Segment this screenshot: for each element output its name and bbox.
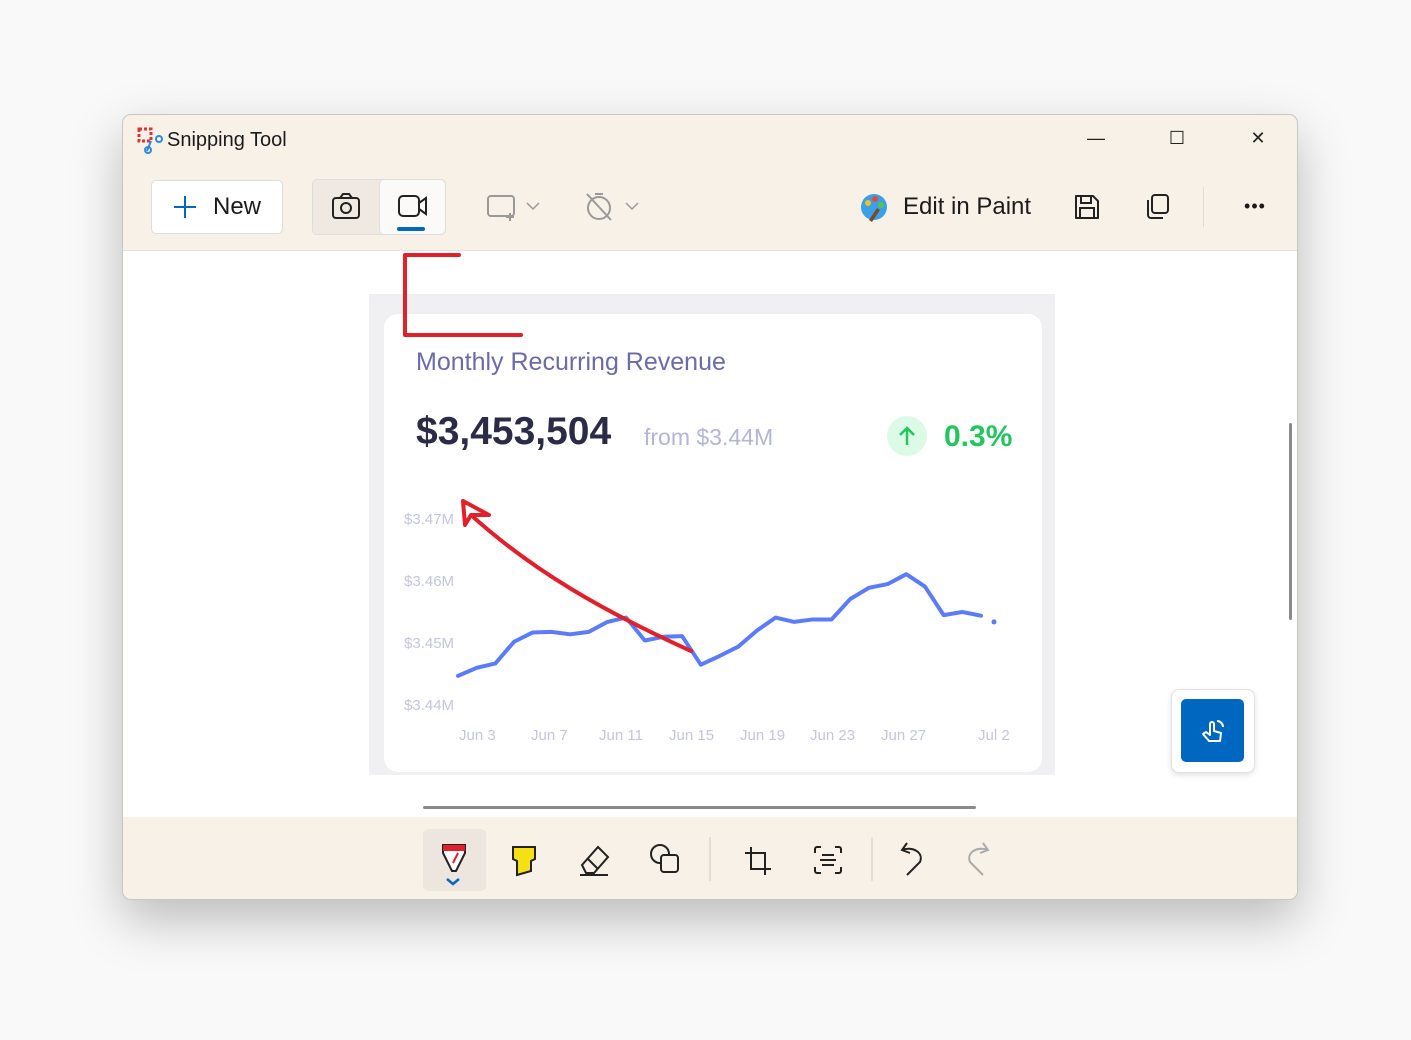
vertical-scrollbar[interactable] [1289, 423, 1292, 620]
maximize-button[interactable]: ☐ [1154, 123, 1200, 153]
eraser-icon[interactable] [578, 843, 610, 877]
ballpoint-pen-button[interactable] [423, 829, 486, 891]
redo-icon[interactable] [961, 841, 991, 877]
window-title: Snipping Tool [167, 129, 287, 151]
horizontal-scrollbar[interactable] [423, 806, 976, 809]
annotation-arrow [461, 499, 693, 653]
shapes-icon[interactable] [649, 843, 681, 875]
revenue-series-line [456, 572, 983, 678]
snipping-tool-window: Snipping Tool — ☐ ✕ New Edit in Paint ••… [122, 114, 1298, 900]
more-options-button[interactable]: ••• [1233, 191, 1277, 221]
timer-off-icon[interactable] [584, 191, 644, 223]
toolbar-divider [1203, 187, 1204, 227]
active-indicator [397, 227, 425, 231]
new-button[interactable]: New [151, 180, 283, 234]
camera-icon[interactable] [331, 192, 361, 220]
plus-icon [173, 196, 196, 218]
canvas-area: Monthly Recurring Revenue $3,453,504 fro… [123, 250, 1297, 817]
touch-writing-icon [1181, 699, 1244, 762]
highlighter-icon[interactable] [511, 845, 539, 877]
toolbar-separator [709, 837, 711, 881]
markup-toolbar [123, 817, 1297, 899]
edit-in-paint-label: Edit in Paint [903, 193, 1032, 220]
annotation-bracket [403, 253, 523, 337]
minimize-button[interactable]: — [1073, 123, 1119, 153]
line-chart [403, 253, 997, 678]
paint-icon [861, 194, 887, 222]
touch-writing-toggle[interactable] [1171, 689, 1255, 773]
undo-icon[interactable] [899, 841, 929, 877]
save-icon[interactable] [1073, 193, 1101, 221]
text-actions-icon[interactable] [813, 845, 843, 875]
crop-icon[interactable] [743, 845, 773, 877]
copy-icon[interactable] [1143, 193, 1171, 221]
new-label: New [212, 193, 261, 220]
edit-in-paint-button[interactable]: Edit in Paint [859, 185, 1031, 229]
last-value-point [991, 619, 997, 625]
ballpoint-pen-icon [442, 844, 466, 886]
capture-mode-toggle [312, 179, 446, 235]
toolbar-separator [871, 837, 873, 881]
video-icon[interactable] [397, 194, 429, 218]
close-button[interactable]: ✕ [1235, 123, 1281, 153]
rectangle-mode-icon[interactable] [485, 193, 545, 221]
snipping-tool-logo-icon [137, 127, 163, 154]
